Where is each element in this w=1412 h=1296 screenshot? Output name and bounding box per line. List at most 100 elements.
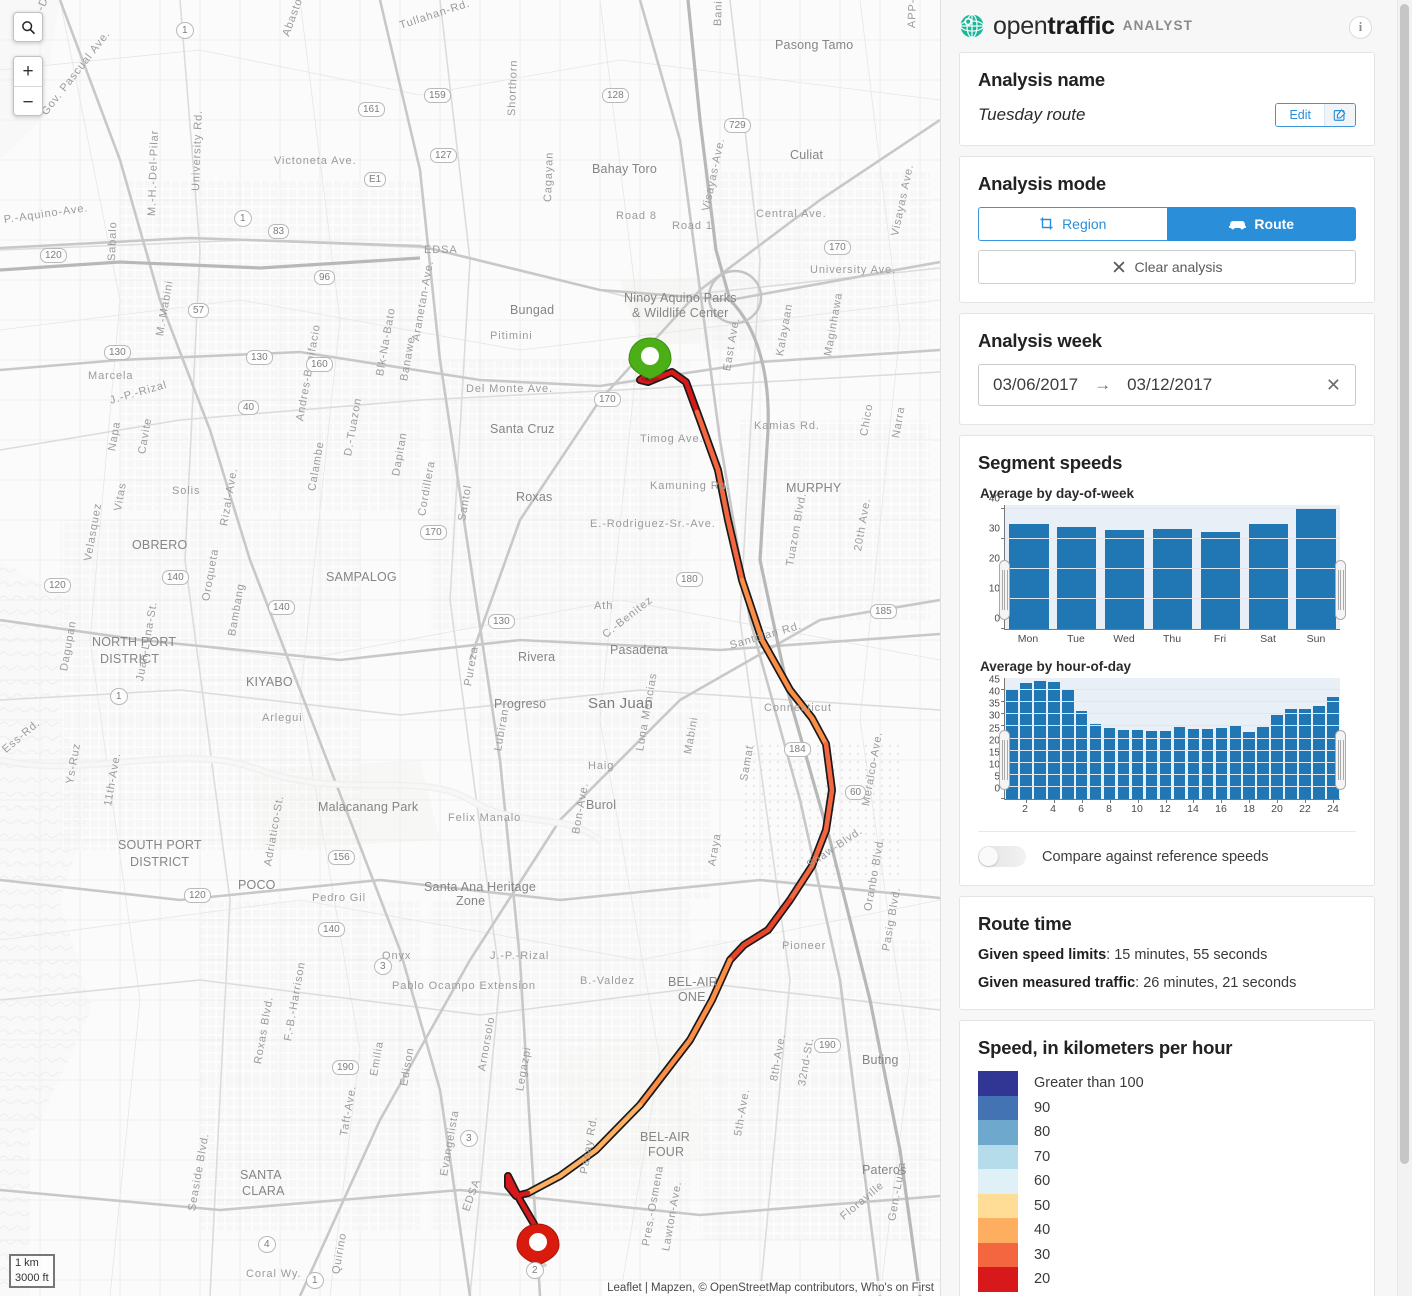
chart-bar-slot[interactable] [1214,678,1228,799]
chart-x-tick-label [1228,803,1242,815]
chart-bar[interactable] [1152,529,1193,629]
chart-bar-slot[interactable] [1298,678,1312,799]
chart-bar-slot[interactable] [1172,678,1186,799]
brand-traffic-text: traffic [1047,11,1115,40]
map-label: Bahay Toro [592,162,658,176]
chart-x-tick-label [1172,803,1186,815]
chart-bar[interactable] [1187,728,1200,799]
map-label: Road 1 [672,220,713,232]
chart-bar-slot[interactable] [1149,505,1197,629]
chart-bar-slot[interactable] [1075,678,1089,799]
map-label: Ninoy Aquino Parks [624,291,737,305]
chart-bar[interactable] [1201,728,1214,799]
chart-bar[interactable] [1145,731,1158,799]
chart-bar-slot[interactable] [1103,678,1117,799]
chart-dow[interactable]: 0 10 20 30 40 Mon Tue Wed Thu Fri Sat Sun [978,494,1356,645]
chart-bar[interactable] [1131,729,1144,799]
chart-hod-brush-right[interactable] [1335,730,1346,790]
chart-x-tick-label: 16 [1215,803,1227,815]
date-range-start[interactable]: 03/06/2017 [993,375,1078,395]
chart-bar-slot[interactable] [1089,678,1103,799]
chart-bar[interactable] [1105,530,1145,629]
chart-bar[interactable] [1048,681,1060,799]
chart-bar-slot[interactable] [1005,505,1053,629]
search-icon[interactable] [13,12,43,42]
clear-date-range-icon[interactable]: ✕ [1326,376,1341,394]
chart-bar-slot[interactable] [1242,678,1256,799]
map-label: Burol [586,798,617,812]
map-label: Pitimini [490,330,533,342]
chart-bar[interactable] [1215,727,1227,799]
chart-bar-slot[interactable] [1196,505,1244,629]
map-label: Malacanang Park [318,800,419,814]
chart-bar-slot[interactable] [1256,678,1270,799]
panel-scrollbar-thumb[interactable] [1400,4,1409,1164]
chart-bar[interactable] [1057,526,1097,629]
clear-analysis-button[interactable]: Clear analysis [978,250,1356,284]
map-label: KIYABO [246,675,293,689]
legend-color-swatch [978,1242,1018,1267]
chart-bar-slot[interactable] [1186,678,1200,799]
chart-bar-slot[interactable] [1117,678,1131,799]
chart-bar-slot[interactable] [1158,678,1172,799]
chart-y-tick-label: 40 [988,493,1000,505]
legend-label: 20 [1034,1271,1051,1288]
legend-row: 40 [978,1218,1356,1243]
chart-bar[interactable] [1243,731,1255,799]
map-attribution[interactable]: Leaflet | Mapzen, © OpenStreetMap contri… [603,1281,938,1295]
chart-dow-brush-left[interactable] [999,560,1010,620]
chart-bar[interactable] [1103,727,1116,799]
date-range-end[interactable]: 03/12/2017 [1127,375,1212,395]
date-range-input[interactable]: 03/06/2017 → 03/12/2017 ✕ [978,364,1356,406]
chart-bar-slot[interactable] [1047,678,1061,799]
chart-bar[interactable] [1062,689,1074,799]
legend-color-swatch [978,1218,1018,1243]
chart-bar-slot[interactable] [1284,678,1298,799]
map-label: POCO [238,878,276,892]
chart-bar-slot[interactable] [1033,678,1047,799]
chart-hod-brush-left[interactable] [999,730,1010,790]
chart-y-tick-mark [1001,508,1005,510]
info-icon[interactable]: i [1349,16,1372,39]
zoom-out-button[interactable]: − [14,87,42,117]
mode-button-route[interactable]: Route [1166,207,1356,241]
chart-hod[interactable]: 0 5 10 15 20 25 30 35 40 45 2 4 6 8 10 12 14 16 18 20 22 24 [978,675,1356,815]
mode-button-region[interactable]: Region [978,207,1167,241]
chart-bar-slot[interactable] [1292,505,1340,629]
chart-bar[interactable] [1159,730,1172,799]
route-time-row: Given speed limits: 15 minutes, 55 secon… [978,947,1356,963]
map-label: Bungad [510,303,555,317]
chart-bar[interactable] [1034,680,1046,799]
chart-bar-slot[interactable] [1145,678,1159,799]
chart-dow-brush-right[interactable] [1335,560,1346,620]
map-zoom-control[interactable]: + − [13,56,43,116]
chart-x-tick-label: Fri [1213,633,1227,645]
chart-bar[interactable] [1200,532,1240,629]
chart-bar-slot[interactable] [1061,678,1075,799]
route-time-row-label: Given measured traffic [978,975,1136,991]
legend-row: 70 [978,1144,1356,1169]
map-route-shield: 156 [328,850,355,865]
reference-speeds-toggle[interactable] [978,846,1026,867]
analysis-panel: open traffic ANALYST i Analysis name Tue… [940,0,1412,1296]
chart-bar-slot[interactable] [1053,505,1101,629]
chart-bar-slot[interactable] [1228,678,1242,799]
map-label: Connecticut [764,702,832,714]
chart-bar-slot[interactable] [1101,505,1149,629]
chart-bar-slot[interactable] [1131,678,1145,799]
scale-imperial: 3000 ft [9,1271,55,1288]
chart-bar-slot[interactable] [1019,678,1033,799]
map-label: Arlegui [262,712,303,724]
chart-bar-slot[interactable] [1200,678,1214,799]
chart-bar-slot[interactable] [1244,505,1292,629]
edit-button-label: Edit [1276,104,1324,126]
map-label: Victoneta Ave. [274,155,357,167]
chart-bar-slot[interactable] [1312,678,1326,799]
zoom-in-button[interactable]: + [14,57,42,87]
chart-bar-slot[interactable] [1270,678,1284,799]
edit-analysis-name-button[interactable]: Edit [1275,103,1356,127]
map-canvas[interactable]: J.-H.-Del-PilarGov. Pascual Ave.P.-Aquin… [0,0,940,1296]
chart-bar[interactable] [1117,729,1130,799]
chart-gridline [1005,598,1340,600]
analysis-name-heading: Analysis name [978,69,1105,90]
